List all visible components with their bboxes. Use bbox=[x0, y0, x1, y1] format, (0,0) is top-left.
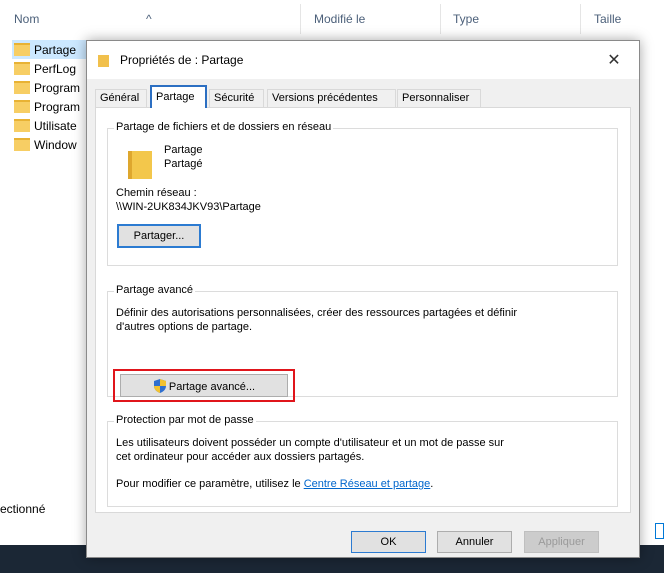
shared-folder-state: Partagé bbox=[164, 158, 203, 170]
folder-icon bbox=[14, 119, 30, 132]
dialog-titlebar[interactable]: Propriétés de : Partage ✕ bbox=[87, 41, 639, 79]
change-setting-prefix: Pour modifier ce paramètre, utilisez le bbox=[116, 478, 304, 490]
folder-icon bbox=[98, 55, 109, 67]
ok-button[interactable]: OK bbox=[351, 531, 426, 553]
close-icon[interactable]: ✕ bbox=[599, 47, 629, 75]
group-title: Partage avancé bbox=[114, 284, 196, 296]
column-name[interactable]: Nom bbox=[14, 12, 39, 26]
sharing-tab-panel: Partage de fichiers et de dossiers en ré… bbox=[95, 107, 631, 513]
column-divider[interactable] bbox=[580, 4, 581, 34]
dialog-title: Propriétés de : Partage bbox=[120, 53, 244, 67]
status-bar-text: ectionné bbox=[0, 502, 46, 516]
change-setting-text: Pour modifier ce paramètre, utilisez le … bbox=[116, 478, 433, 490]
folder-icon bbox=[14, 138, 30, 151]
network-path-value: \\WIN-2UK834JKV93\Partage bbox=[116, 201, 261, 213]
column-divider[interactable] bbox=[300, 4, 301, 34]
change-setting-suffix: . bbox=[430, 478, 434, 490]
share-button[interactable]: Partager... bbox=[117, 224, 201, 248]
folder-icon bbox=[14, 100, 30, 113]
network-sharing-group: Partage de fichiers et de dossiers en ré… bbox=[107, 121, 618, 266]
tab-security[interactable]: Sécurité bbox=[209, 89, 264, 107]
password-protection-text: Les utilisateurs doivent posséder un com… bbox=[116, 437, 504, 449]
uac-shield-icon bbox=[153, 378, 166, 393]
group-title: Protection par mot de passe bbox=[114, 414, 256, 426]
password-protection-group: Protection par mot de passe Les utilisat… bbox=[107, 414, 618, 507]
advanced-sharing-button[interactable]: Partage avancé... bbox=[120, 374, 288, 397]
dialog-body: Général Partage Sécurité Versions précéd… bbox=[87, 79, 639, 557]
sort-ascending-icon: ^ bbox=[146, 12, 152, 26]
tab-general[interactable]: Général bbox=[95, 89, 147, 107]
advanced-sharing-description: Définir des autorisations personnalisées… bbox=[116, 307, 518, 319]
shared-folder-name: Partage bbox=[164, 144, 203, 156]
advanced-sharing-description: d'autres options de partage. bbox=[116, 321, 253, 333]
tab-previous-versions[interactable]: Versions précédentes bbox=[267, 89, 396, 107]
column-header: ^ Nom Modifié le Type Taille bbox=[0, 0, 664, 36]
column-divider[interactable] bbox=[440, 4, 441, 34]
file-name: Partage bbox=[34, 42, 77, 57]
file-name: PerfLog bbox=[34, 61, 77, 76]
folder-icon bbox=[14, 62, 30, 75]
password-protection-text: cet ordinateur pour accéder aux dossiers… bbox=[116, 451, 365, 463]
network-path-label: Chemin réseau : bbox=[116, 187, 197, 199]
column-type[interactable]: Type bbox=[453, 12, 479, 26]
file-name: Program bbox=[34, 99, 81, 114]
folder-icon bbox=[14, 81, 30, 94]
column-size[interactable]: Taille bbox=[594, 12, 621, 26]
view-toggle-button[interactable] bbox=[655, 523, 664, 539]
properties-dialog: Propriétés de : Partage ✕ Général Partag… bbox=[86, 40, 640, 558]
apply-button[interactable]: Appliquer bbox=[524, 531, 599, 553]
tab-sharing[interactable]: Partage bbox=[150, 85, 207, 108]
network-center-link[interactable]: Centre Réseau et partage bbox=[304, 478, 431, 490]
group-title: Partage de fichiers et de dossiers en ré… bbox=[114, 121, 334, 133]
column-modified[interactable]: Modifié le bbox=[314, 12, 365, 26]
file-name: Window bbox=[34, 137, 77, 152]
tab-customize[interactable]: Personnaliser bbox=[397, 89, 481, 107]
folder-icon bbox=[14, 43, 30, 56]
file-name: Utilisate bbox=[34, 118, 77, 133]
cancel-button[interactable]: Annuler bbox=[437, 531, 512, 553]
advanced-sharing-button-label: Partage avancé... bbox=[168, 380, 256, 393]
file-name: Program bbox=[34, 80, 81, 95]
shared-folder-icon bbox=[128, 151, 152, 179]
